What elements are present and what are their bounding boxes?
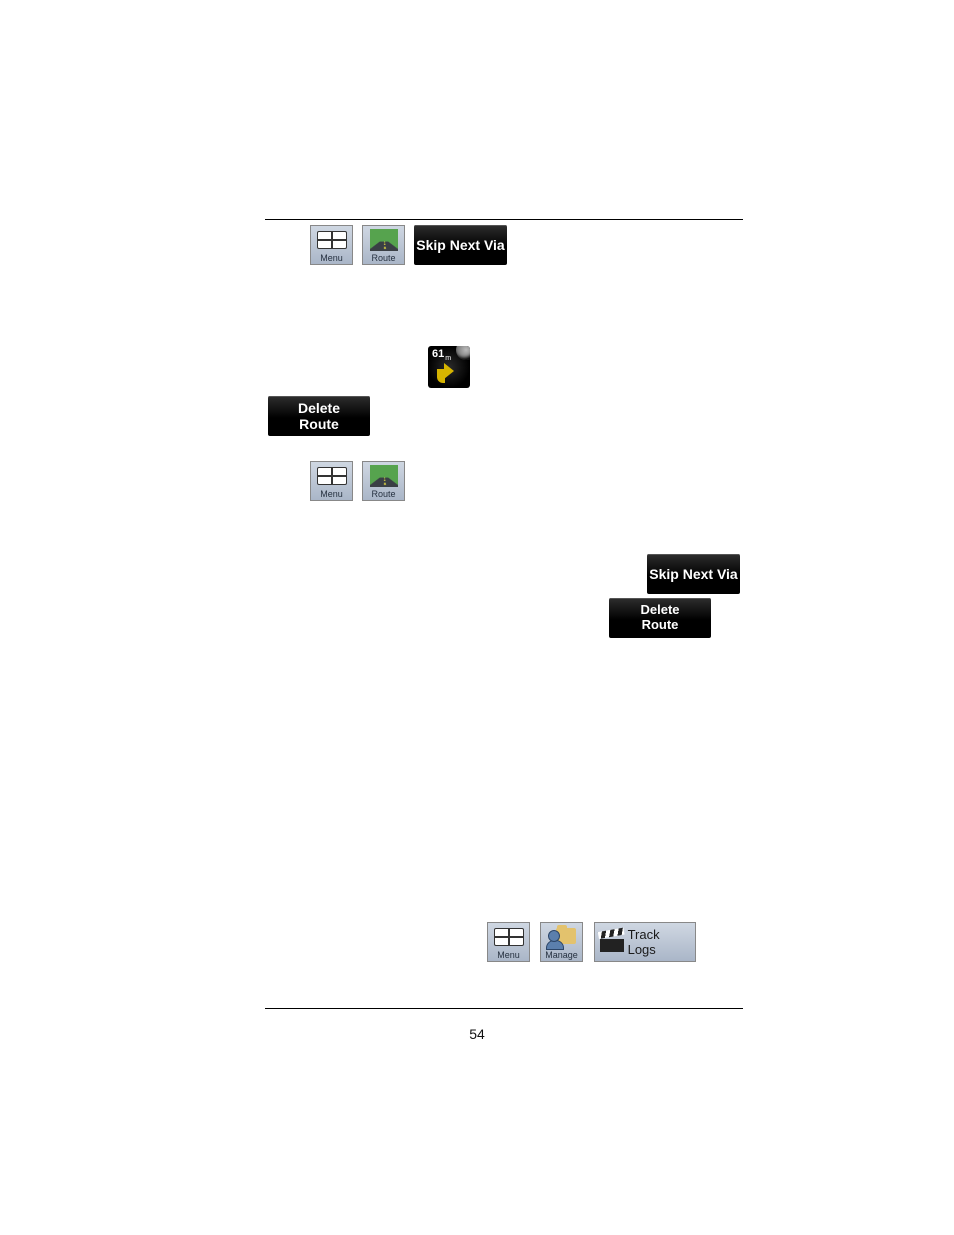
manage-button-label: Manage xyxy=(545,950,578,960)
menu-button[interactable]: Menu xyxy=(310,225,353,265)
menu-button-3[interactable]: Menu xyxy=(487,922,530,962)
page-number: 54 xyxy=(0,1026,954,1042)
delete-route-button-2[interactable]: Delete Route xyxy=(609,598,711,638)
route-button[interactable]: Route xyxy=(362,225,405,265)
skip-next-via-button-2[interactable]: Skip Next Via xyxy=(647,554,740,594)
delete-route-button[interactable]: Delete Route xyxy=(268,396,370,436)
menu-button-label: Menu xyxy=(497,950,520,960)
turn-preview[interactable]: 61m xyxy=(428,346,470,388)
delete-route-label: Delete Route xyxy=(298,400,340,432)
route-icon xyxy=(370,229,398,251)
route-button-label: Route xyxy=(371,489,395,499)
skip-next-via-label: Skip Next Via xyxy=(416,237,504,253)
manage-button[interactable]: Manage xyxy=(540,922,583,962)
menu-icon xyxy=(494,928,524,946)
skip-next-via-button[interactable]: Skip Next Via xyxy=(414,225,507,265)
route-icon xyxy=(370,465,398,487)
menu-button-2[interactable]: Menu xyxy=(310,461,353,501)
manage-icon xyxy=(548,926,576,948)
route-button-label: Route xyxy=(371,253,395,263)
delete-route-label: Delete Route xyxy=(640,603,679,633)
track-logs-button[interactable]: Track Logs xyxy=(594,922,696,962)
menu-icon xyxy=(317,467,347,485)
turn-right-arrow-icon xyxy=(444,363,454,379)
skip-next-via-label: Skip Next Via xyxy=(649,566,737,582)
section-rule-top xyxy=(265,219,743,220)
turn-preview-distance: 61m xyxy=(432,348,451,362)
menu-button-label: Menu xyxy=(320,253,343,263)
track-logs-label: Track Logs xyxy=(628,927,685,957)
route-button-2[interactable]: Route xyxy=(362,461,405,501)
menu-button-label: Menu xyxy=(320,489,343,499)
menu-icon xyxy=(317,231,347,249)
clapperboard-icon xyxy=(600,932,622,952)
section-rule-bottom xyxy=(265,1008,743,1009)
